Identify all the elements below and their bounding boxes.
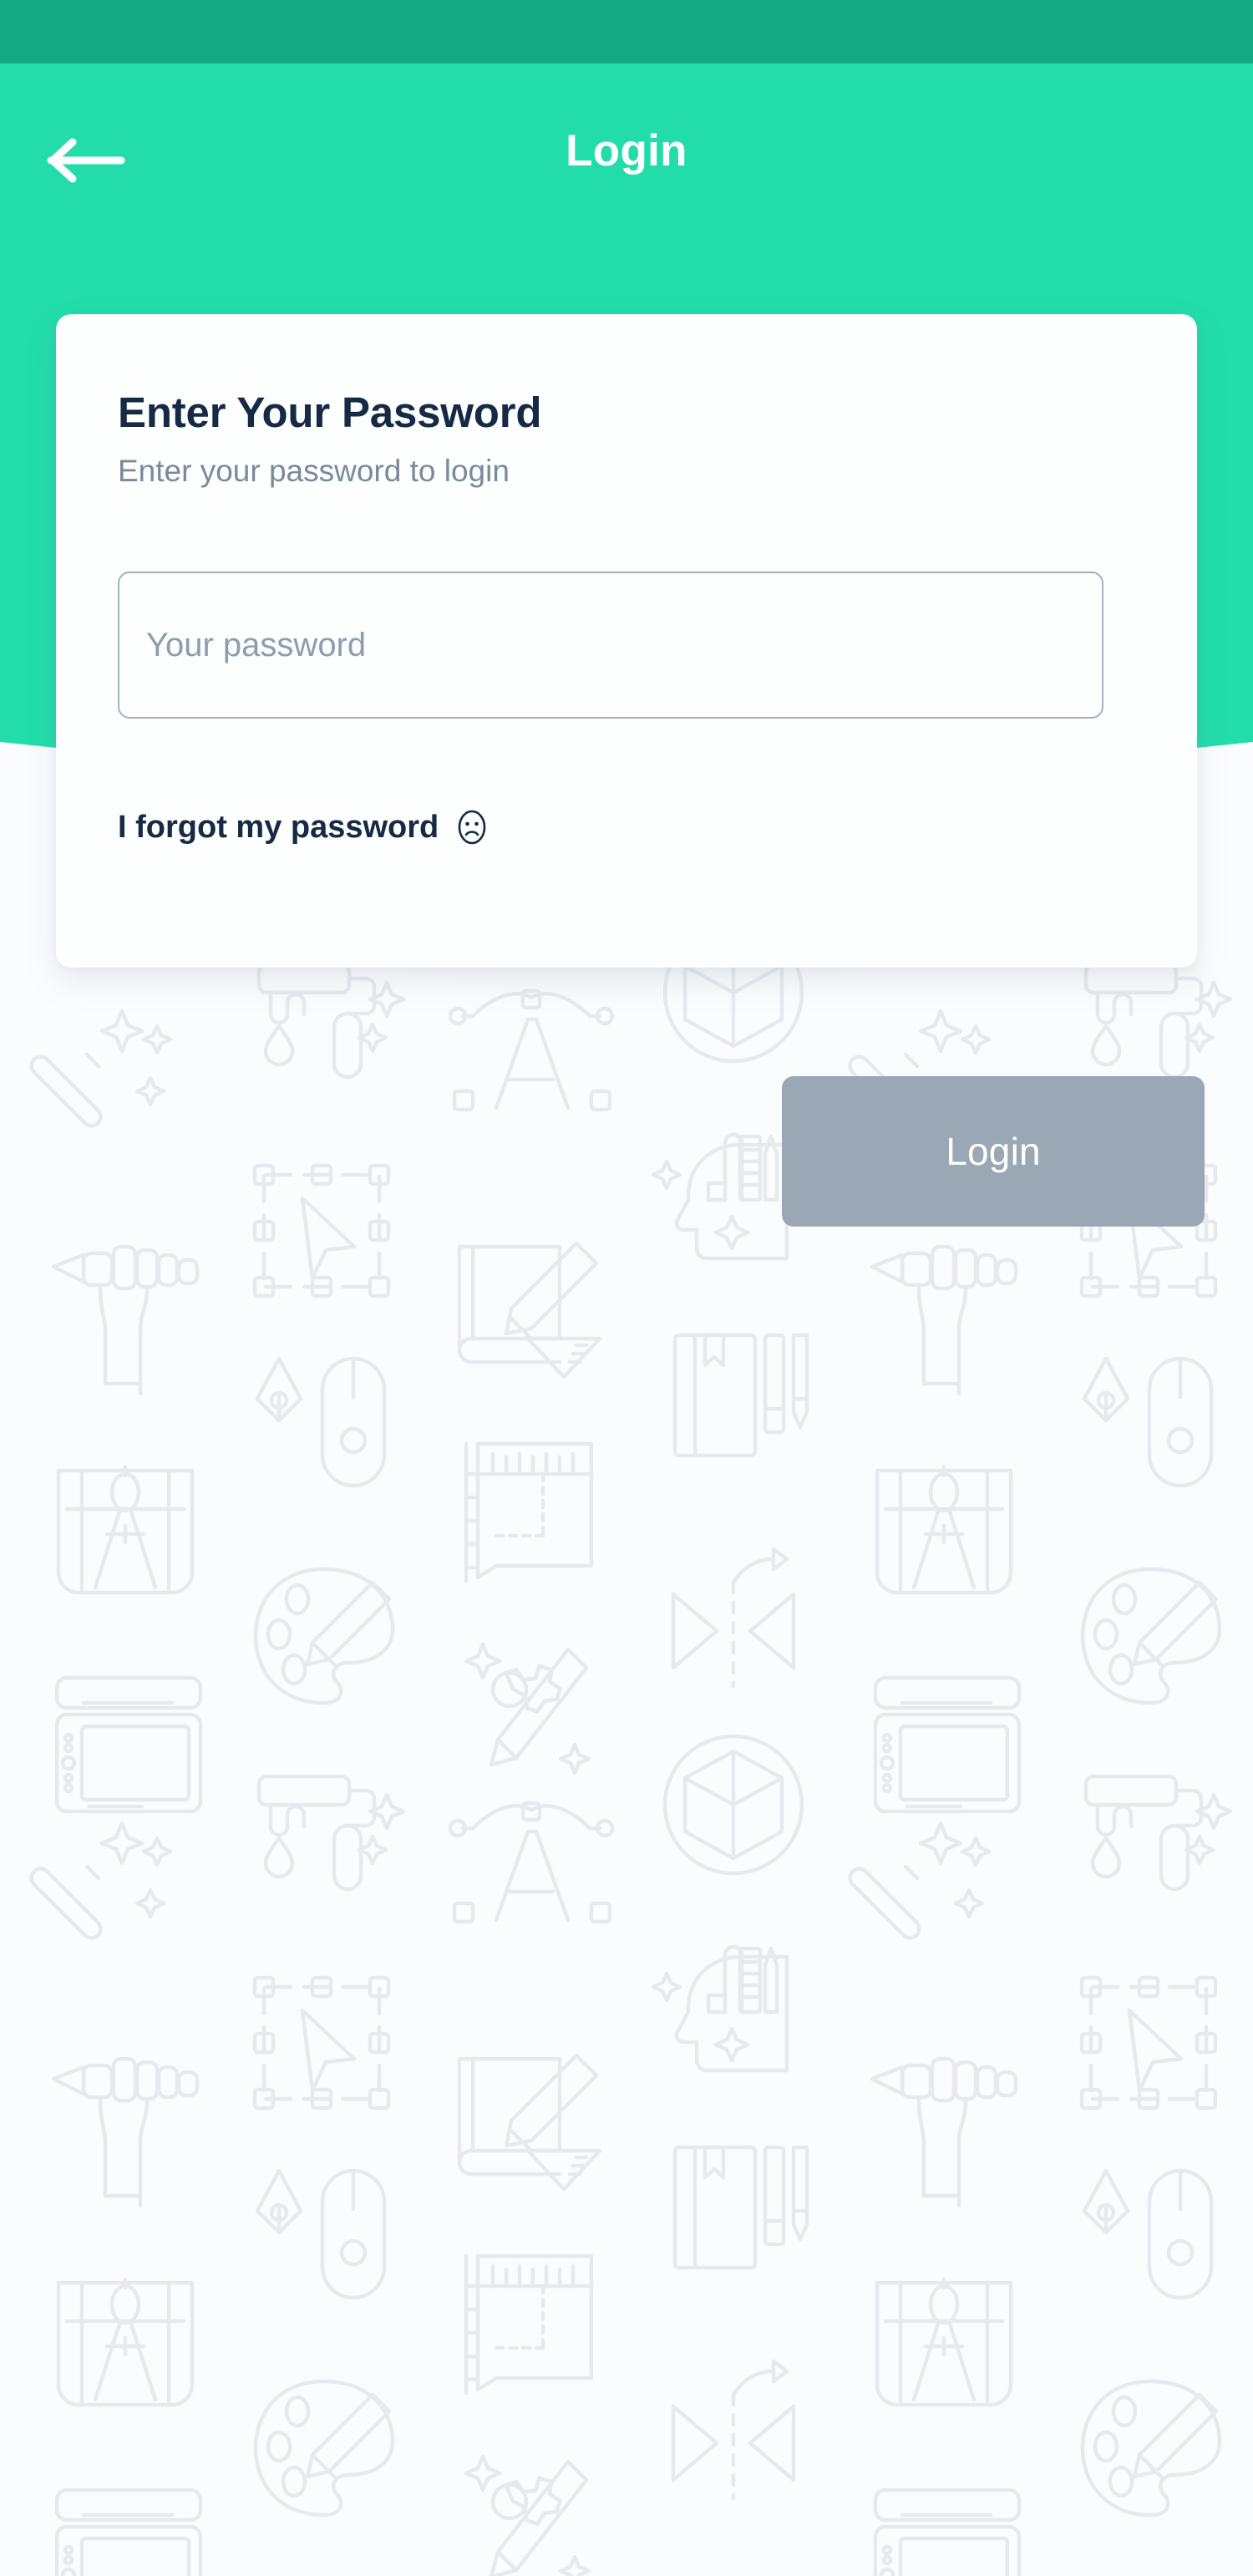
login-button[interactable]: Login [782,1076,1205,1227]
login-screen: Login Enter Your Password Enter your pas… [0,0,1253,2576]
forgot-password-link[interactable]: I forgot my password [118,809,490,846]
card-title: Enter Your Password [118,389,542,436]
password-card: Enter Your Password Enter your password … [56,314,1197,968]
page-title: Login [566,126,687,175]
forgot-password-label: I forgot my password [118,809,439,845]
card-subtitle: Enter your password to login [118,454,510,488]
frowning-face-icon [458,810,486,845]
status-bar [0,0,1253,64]
password-input[interactable] [118,572,1103,719]
